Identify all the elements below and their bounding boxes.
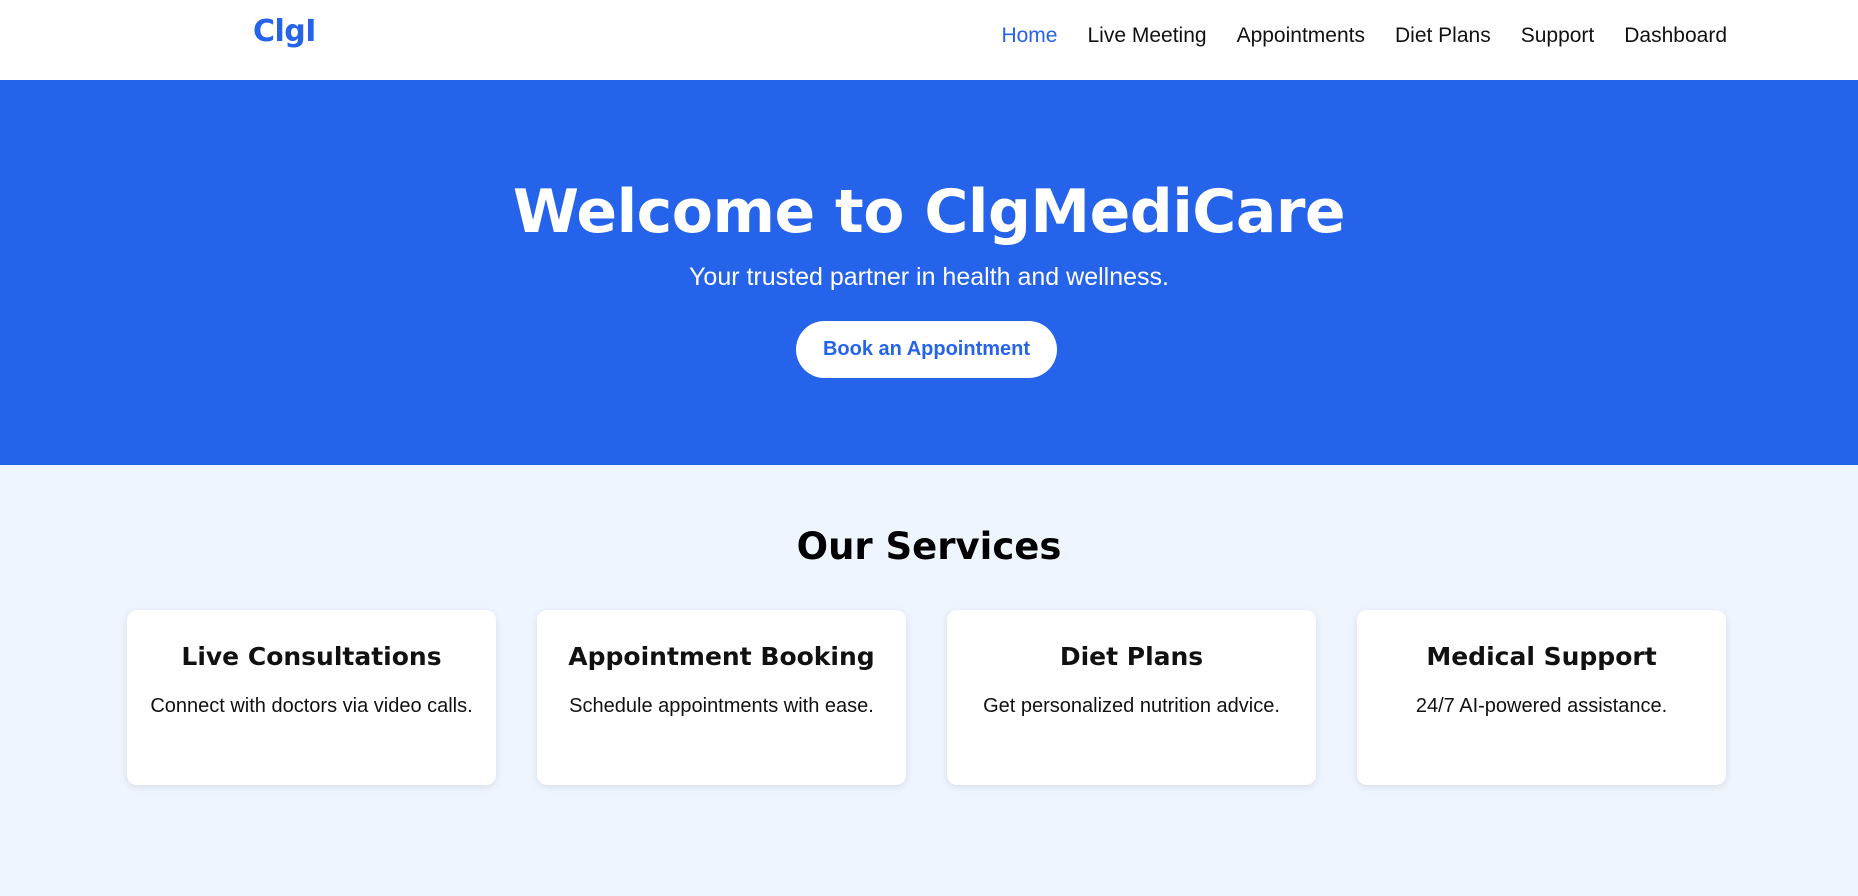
services-section: Our Services Live Consultations Connect …	[0, 465, 1858, 896]
nav-link-dashboard[interactable]: Dashboard	[1624, 24, 1727, 48]
service-card-description: Connect with doctors via video calls.	[150, 695, 473, 717]
hero-banner: Welcome to ClgMediCare Your trusted part…	[0, 80, 1858, 465]
service-card-diet-plans[interactable]: Diet Plans Get personalized nutrition ad…	[947, 610, 1316, 785]
nav-link-appointments[interactable]: Appointments	[1237, 24, 1365, 48]
main-nav: Home Live Meeting Appointments Diet Plan…	[1001, 24, 1727, 48]
service-card-title: Medical Support	[1426, 642, 1657, 671]
service-card-appointment-booking[interactable]: Appointment Booking Schedule appointment…	[537, 610, 906, 785]
service-card-description: Schedule appointments with ease.	[569, 695, 874, 717]
navbar: ClgI Home Live Meeting Appointments Diet…	[0, 0, 1858, 80]
nav-link-support[interactable]: Support	[1521, 24, 1595, 48]
service-card-medical-support[interactable]: Medical Support 24/7 AI-powered assistan…	[1357, 610, 1726, 785]
services-title: Our Services	[796, 525, 1062, 568]
nav-link-home[interactable]: Home	[1001, 24, 1057, 48]
hero-title: Welcome to ClgMediCare	[512, 177, 1346, 247]
hero-subtitle: Your trusted partner in health and welln…	[689, 263, 1169, 291]
service-card-description: Get personalized nutrition advice.	[983, 695, 1280, 717]
service-card-live-consultations[interactable]: Live Consultations Connect with doctors …	[127, 610, 496, 785]
site-logo[interactable]: ClgI	[253, 14, 316, 49]
nav-link-live-meeting[interactable]: Live Meeting	[1087, 24, 1206, 48]
service-card-title: Diet Plans	[1059, 642, 1204, 671]
nav-link-diet-plans[interactable]: Diet Plans	[1395, 24, 1491, 48]
service-card-description: 24/7 AI-powered assistance.	[1415, 695, 1668, 717]
service-card-title: Appointment Booking	[568, 642, 875, 671]
service-card-title: Live Consultations	[181, 642, 442, 671]
book-appointment-button[interactable]: Book an Appointment	[796, 321, 1057, 378]
